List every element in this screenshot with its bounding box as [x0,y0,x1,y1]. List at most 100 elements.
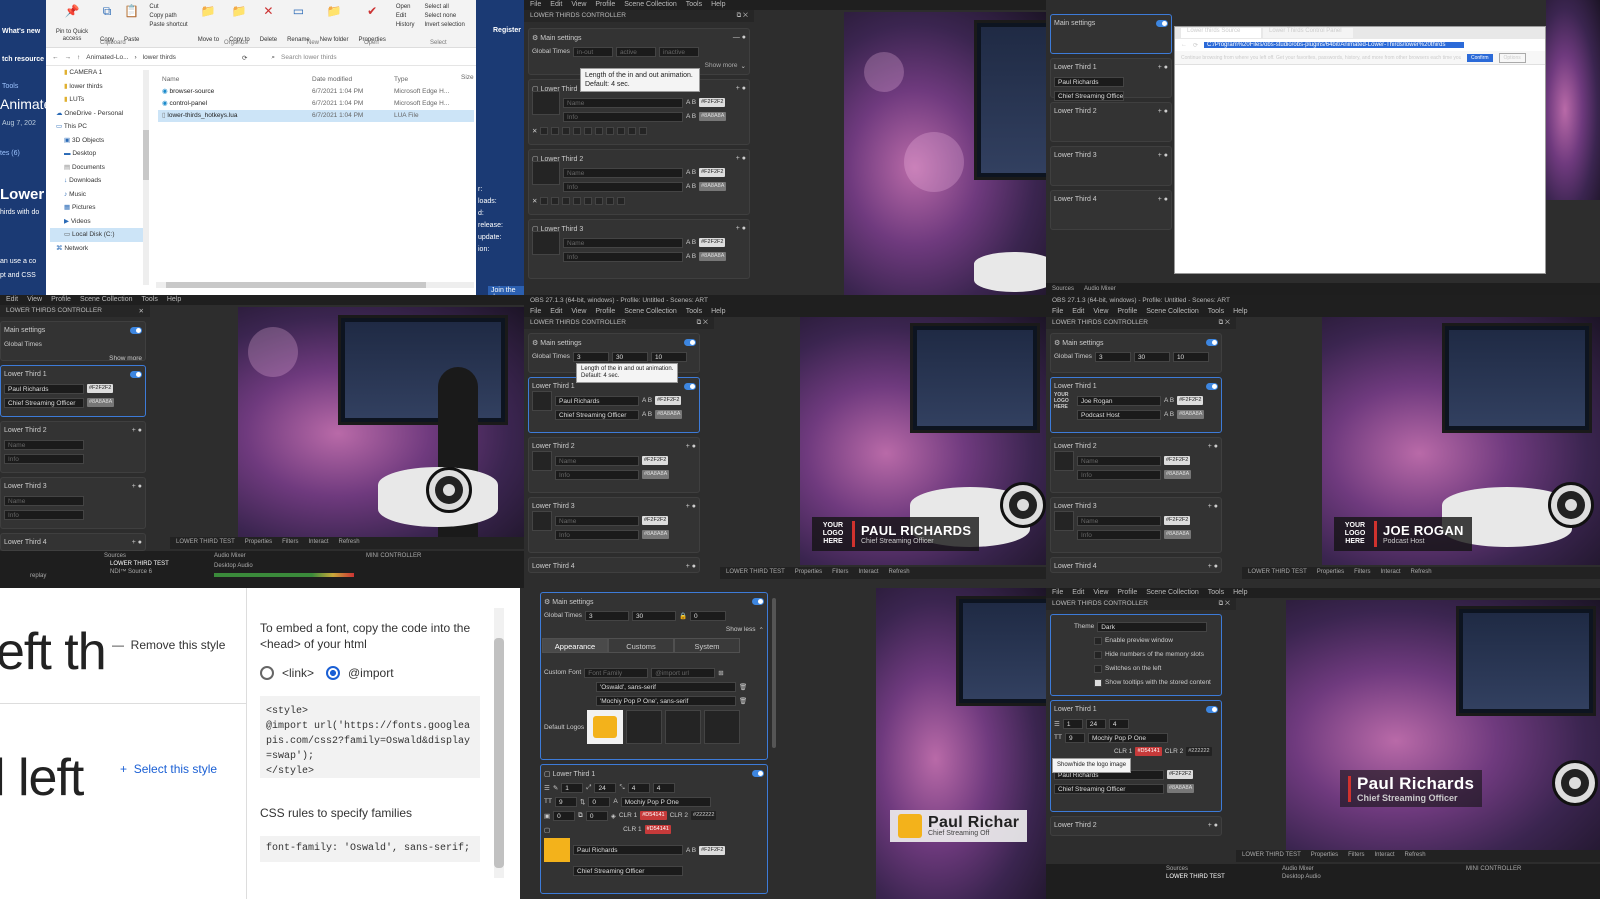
name-input[interactable]: Name [563,167,683,178]
memory-slot[interactable] [606,196,615,205]
nav-item[interactable]: ▮ LUTs [50,93,145,107]
file-row[interactable]: ◉ control-panel 6/7/2021 1:04 PM Microsoft… [158,98,474,110]
scene-name[interactable]: LOWER THIRD TEST [176,539,235,547]
nav-item[interactable]: ⌘ Network [50,242,145,256]
nav-item[interactable]: ▮ CAMERA 1 [50,66,145,80]
color-chip[interactable]: #F2F2F2 [699,98,726,107]
properties-button[interactable]: Properties [245,539,272,547]
nav-item[interactable]: ▤ Documents [50,161,145,175]
name-input[interactable]: Paul Richards [573,845,683,855]
nav-item[interactable]: ▭ This PC [50,120,145,134]
align-icon[interactable]: ☰ [544,784,550,792]
memory-slot[interactable] [584,196,593,205]
add-icon[interactable]: + ● [1158,64,1168,71]
memory-slot[interactable] [551,196,560,205]
name-input[interactable]: Name [563,237,683,248]
font-select[interactable]: Mochiy Pop P One [620,796,711,807]
forward-arrow-icon[interactable]: → [65,54,72,61]
name-input[interactable]: Name [563,97,683,108]
menu-tools[interactable]: Tools [686,1,702,9]
trash-icon[interactable]: 🗑 [739,683,747,691]
toggle-switch[interactable] [130,371,142,378]
scrollbar[interactable] [494,608,504,878]
nav-item[interactable]: ▮ lower thirds [50,80,145,94]
breadcrumb-item[interactable]: Animated-Lo... [86,54,128,61]
browser-tab[interactable]: Lower Thirds Control Panel [1263,28,1353,38]
color-chip[interactable]: #8A8A8A [699,112,727,121]
frame-icon[interactable]: ▢ [544,826,550,834]
info-input[interactable]: Info [563,111,683,122]
register-link[interactable]: Register [493,27,521,34]
memory-slot[interactable] [606,126,615,135]
toggle-switch[interactable] [130,327,142,334]
toggle-switch[interactable] [1206,706,1218,713]
link-radio[interactable]: <link> [260,666,314,680]
theme-select[interactable]: Dark [1097,621,1208,632]
nav-item[interactable]: ▣ 3D Objects [50,134,145,148]
logo-slot[interactable] [532,90,560,115]
copy-button[interactable]: ⧉ Copy [98,2,116,45]
nav-item[interactable]: ▶ Videos [50,215,145,229]
tech-resource-link[interactable]: tch resource [2,56,44,63]
address-bar[interactable]: ← → ↑ Animated-Lo... › lower thirds ⟳ ⌕ … [46,50,476,66]
css-code-block[interactable]: font-family: 'Oswald', sans-serif; [260,836,480,862]
menu-file[interactable]: File [530,1,541,9]
toggle-switch[interactable] [1206,383,1218,390]
text-size-icon[interactable]: TT [544,798,552,805]
move-to-button[interactable]: 📁 Move to [196,2,221,45]
nav-item[interactable]: ▬ Desktop [50,147,145,161]
menu-view[interactable]: View [571,1,586,9]
close-icon[interactable]: ⧉ ✕ [737,12,748,20]
name-input[interactable]: Paul Richards [555,395,639,406]
toggle-switch[interactable] [684,383,696,390]
memory-slot[interactable] [551,126,560,135]
copy-icon[interactable]: ⧉ [578,812,583,820]
memory-slot[interactable] [628,126,637,135]
color-chip[interactable]: #F2F2F2 [699,168,726,177]
new-folder-button[interactable]: 📁 New folder [318,2,351,45]
memory-slot[interactable] [595,196,604,205]
horizontal-scrollbar[interactable] [156,282,474,288]
info-input[interactable]: Info [563,251,683,262]
confirm-button[interactable]: Confirm [1467,53,1493,62]
back-arrow-icon[interactable]: ← [52,54,59,61]
copy-path-button[interactable]: Copy path [149,13,176,19]
import-radio[interactable]: @import [326,666,394,680]
join-button[interactable]: Join the d [488,286,524,295]
trash-icon[interactable]: 🗑 [739,697,747,705]
memory-slot[interactable] [540,196,549,205]
pin-quick-access-button[interactable]: 📌 Pin to Quick access [52,2,92,45]
url-input[interactable]: C:/Program%20Files/obs-studio/obs-plugin… [1204,42,1465,48]
close-icon[interactable]: ✕ [532,127,537,135]
memory-slot[interactable] [584,126,593,135]
menu-help[interactable]: Help [711,1,725,9]
logo-slot[interactable] [626,710,663,744]
logo-slot[interactable] [665,710,702,744]
inactive-input[interactable]: inactive [658,46,699,57]
info-input[interactable]: Chief Streaming Officer [4,397,84,408]
nav-item[interactable]: ▦ Pictures [50,201,145,215]
back-arrow-icon[interactable]: ← [1181,42,1187,48]
col-date[interactable]: Date modified [312,74,394,86]
close-icon[interactable]: ✕ [532,197,537,205]
checkbox[interactable] [1094,636,1102,645]
memory-slot[interactable] [562,126,571,135]
select-all-button[interactable]: Select all [425,4,449,10]
font-family-input[interactable]: Font Family [584,667,649,678]
file-row[interactable]: ◉ browser-source 6/7/2021 1:04 PM Microsof… [158,86,474,98]
nav-item[interactable]: ☁ OneDrive - Personal [50,107,145,121]
refresh-icon[interactable]: ⟳ [242,54,247,62]
delete-button[interactable]: ✕ Delete [258,2,279,45]
font-entry[interactable]: 'Mochiy Pop P One', sans-serif [596,695,736,706]
invert-selection-button[interactable]: Invert selection [425,22,465,28]
memory-slot[interactable] [573,196,582,205]
show-more-button[interactable]: Show more [705,62,738,69]
logo-slot[interactable] [532,510,552,531]
expand-icon[interactable]: ⤡ [619,784,624,792]
interact-button[interactable]: Interact [309,539,329,547]
col-size-header[interactable]: Size [461,74,474,81]
memory-slot[interactable] [617,126,626,135]
tools-link[interactable]: Tools [2,83,18,90]
close-icon[interactable]: ⧉ ✕ [697,319,708,327]
rename-button[interactable]: ▭ Rename [285,2,312,45]
